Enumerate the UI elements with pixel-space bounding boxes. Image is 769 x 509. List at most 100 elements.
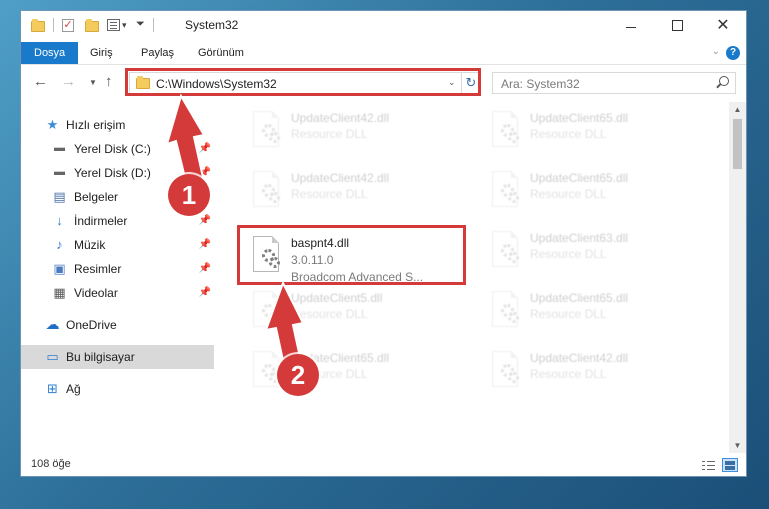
pin-icon[interactable]: 📌 xyxy=(199,287,211,298)
dll-file-icon xyxy=(488,231,522,271)
file-item[interactable]: UpdateClient65.dll Resource DLL xyxy=(480,165,710,219)
back-button[interactable]: ← xyxy=(33,73,48,90)
status-bar: 108 öğe xyxy=(21,454,746,476)
music-icon: ♪ xyxy=(56,237,63,252)
quick-access-separator xyxy=(53,18,54,32)
dll-file-icon xyxy=(249,111,283,151)
up-button[interactable]: ↑ xyxy=(105,73,113,90)
documents-icon: ▤ xyxy=(53,189,66,204)
vertical-scrollbar[interactable]: ▲ ▼ xyxy=(729,102,746,453)
tab-share[interactable]: Paylaş xyxy=(129,42,186,64)
title-separator xyxy=(153,18,154,32)
maximize-button[interactable] xyxy=(654,11,700,41)
sidebar-item-network[interactable]: ⊞ Ağ xyxy=(21,377,214,401)
sidebar-item-onedrive[interactable]: ☁ OneDrive xyxy=(21,313,214,337)
window-title: System32 xyxy=(185,18,239,32)
maximize-icon xyxy=(671,20,683,31)
file-name: UpdateClient5.dll xyxy=(291,291,383,305)
scrollbar-thumb[interactable] xyxy=(733,119,742,169)
file-name: UpdateClient65.dll xyxy=(530,291,629,305)
sidebar-item-quick-access[interactable]: ★ Hızlı erişim xyxy=(21,113,214,137)
folder-icon xyxy=(31,19,45,32)
customize-quick-access-icon[interactable]: ⏷ xyxy=(136,18,145,31)
file-highlight-box xyxy=(237,225,466,285)
search-box[interactable]: Ara: System32 xyxy=(492,72,736,94)
sidebar-item-label: Bu bilgisayar xyxy=(66,350,135,364)
network-icon: ⊞ xyxy=(47,381,58,396)
caret-down-icon[interactable]: ▾ xyxy=(122,20,127,31)
item-count: 108 öğe xyxy=(31,458,71,470)
file-item[interactable]: UpdateClient42.dll Resource DLL xyxy=(241,105,471,159)
sidebar-item-drive-c[interactable]: ▬ Yerel Disk (C:) 📌 xyxy=(21,137,214,161)
step-2-badge: 2 xyxy=(277,354,319,396)
sidebar-item-label: Ağ xyxy=(66,382,81,396)
search-input[interactable]: Ara: System32 xyxy=(501,77,580,91)
file-item[interactable]: UpdateClient65.dll Resource DLL xyxy=(480,285,710,339)
file-description: Resource DLL xyxy=(291,127,368,141)
file-name: UpdateClient63.dll xyxy=(530,231,629,245)
properties-check-icon[interactable]: ✓ xyxy=(62,19,74,32)
file-item[interactable]: UpdateClient65.dll Resource DLL xyxy=(480,105,710,159)
sidebar-item-label: Resimler xyxy=(74,262,122,276)
details-view-icon[interactable] xyxy=(700,458,716,472)
pin-icon[interactable]: 📌 xyxy=(199,239,211,250)
dll-file-icon xyxy=(488,171,522,211)
pin-icon[interactable]: 📌 xyxy=(199,167,211,178)
file-description: Resource DLL xyxy=(530,367,607,381)
dll-file-icon xyxy=(488,351,522,391)
rename-icon[interactable] xyxy=(107,19,120,31)
search-icon[interactable] xyxy=(719,76,729,86)
dll-file-icon xyxy=(249,291,283,331)
sidebar-item-label: OneDrive xyxy=(66,318,117,332)
file-name: UpdateClient42.dll xyxy=(291,111,390,125)
file-item[interactable]: UpdateClient42.dll Resource DLL xyxy=(241,165,471,219)
file-name: UpdateClient42.dll xyxy=(291,171,390,185)
sidebar-item-label: Videolar xyxy=(74,286,118,300)
tiles-view-icon[interactable] xyxy=(722,458,738,472)
pictures-icon: ▣ xyxy=(53,261,66,276)
pin-icon[interactable]: 📌 xyxy=(199,143,211,154)
dll-file-icon xyxy=(488,111,522,151)
file-item[interactable]: UpdateClient65.dll Resource DLL xyxy=(241,345,471,399)
file-name: UpdateClient42.dll xyxy=(530,351,629,365)
forward-button[interactable]: → xyxy=(61,73,76,90)
drive-icon: ▬ xyxy=(54,166,65,178)
computer-icon: ▭ xyxy=(46,349,59,364)
tab-home[interactable]: Giriş xyxy=(78,42,125,64)
pin-icon[interactable]: 📌 xyxy=(199,215,211,226)
file-description: Resource DLL xyxy=(530,187,607,201)
sidebar-item-this-pc[interactable]: ▭ Bu bilgisayar xyxy=(21,345,214,369)
minimize-button[interactable] xyxy=(608,11,654,41)
ribbon-expand-icon[interactable]: ⌄ xyxy=(712,46,720,57)
file-item[interactable]: UpdateClient5.dll Resource DLL xyxy=(241,285,471,339)
new-folder-icon[interactable] xyxy=(85,19,99,32)
dll-file-icon xyxy=(249,171,283,211)
title-bar: ✓ ▾ ⏷ System32 ✕ xyxy=(21,11,746,42)
file-description: Resource DLL xyxy=(530,247,607,261)
sidebar-item-label: Müzik xyxy=(74,238,106,252)
scroll-down-icon[interactable]: ▼ xyxy=(729,441,746,450)
file-description: Resource DLL xyxy=(530,127,607,141)
videos-icon: ▦ xyxy=(53,285,66,300)
sidebar-item-pictures[interactable]: ▣ Resimler 📌 xyxy=(21,257,214,281)
minimize-icon xyxy=(626,26,636,28)
navigation-pane: ★ Hızlı erişim ▬ Yerel Disk (C:) 📌 ▬ Yer… xyxy=(21,107,214,452)
file-item[interactable]: UpdateClient42.dll Resource DLL xyxy=(480,345,710,399)
sidebar-item-videos[interactable]: ▦ Videolar 📌 xyxy=(21,281,214,305)
help-icon[interactable]: ? xyxy=(726,46,740,60)
sidebar-item-label: Hızlı erişim xyxy=(66,118,126,132)
drive-icon: ▬ xyxy=(54,142,65,154)
ribbon-tabs: Dosya Giriş Paylaş Görünüm ⌄ ? xyxy=(21,42,746,65)
sidebar-item-label: Belgeler xyxy=(74,190,119,204)
sidebar-item-music[interactable]: ♪ Müzik 📌 xyxy=(21,233,214,257)
tab-view[interactable]: Görünüm xyxy=(186,42,256,64)
step-1-badge: 1 xyxy=(168,174,210,216)
tab-file[interactable]: Dosya xyxy=(21,42,79,64)
file-item[interactable]: UpdateClient63.dll Resource DLL xyxy=(480,225,710,279)
file-name: UpdateClient65.dll xyxy=(530,111,629,125)
scroll-up-icon[interactable]: ▲ xyxy=(729,105,746,114)
onedrive-icon: ☁ xyxy=(45,316,60,332)
recent-locations-icon[interactable]: ▼ xyxy=(89,78,97,87)
pin-icon[interactable]: 📌 xyxy=(199,263,211,274)
close-button[interactable]: ✕ xyxy=(700,11,746,41)
